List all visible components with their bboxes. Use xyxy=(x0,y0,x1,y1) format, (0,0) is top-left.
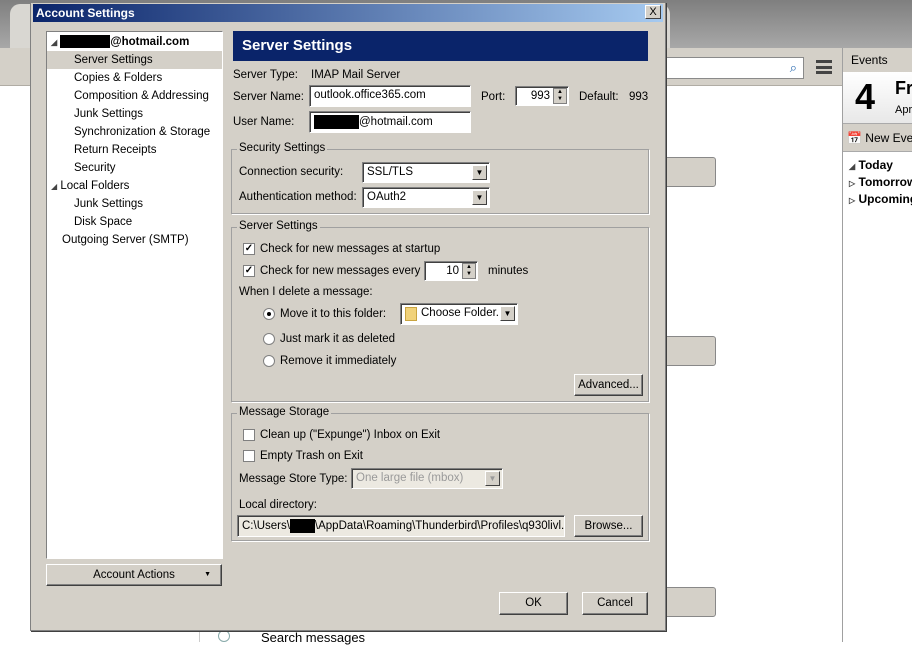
advanced-button[interactable]: Advanced... xyxy=(574,374,643,396)
local-dir-input[interactable]: C:\Users\ \AppData\Roaming\Thunderbird\Pr… xyxy=(237,515,565,537)
local-dir-label: Local directory: xyxy=(239,499,317,511)
tomorrow-group[interactable]: ▷ Tomorrow xyxy=(849,175,912,189)
today-date: 4 Fr Apr xyxy=(843,72,912,124)
redacted xyxy=(289,519,315,533)
account-settings-dialog: Account Settings X ◢ @hotmail.com Server… xyxy=(30,2,666,631)
folder-icon xyxy=(405,307,417,321)
mark-deleted-radio[interactable] xyxy=(263,333,275,345)
server-settings-group: Server Settings ✓ Check for new messages… xyxy=(231,220,649,402)
tree-item-local-junk[interactable]: Junk Settings xyxy=(74,195,143,213)
server-name-label: Server Name: xyxy=(233,91,304,103)
auth-method-label: Authentication method: xyxy=(239,191,357,203)
month: Apr xyxy=(895,104,912,116)
search-icon[interactable]: ⌕ xyxy=(790,60,797,76)
store-type-select: One large file (mbox) ▼ xyxy=(351,468,503,489)
browse-button[interactable]: Browse... xyxy=(574,515,643,537)
user-name-input[interactable]: @hotmail.com xyxy=(309,111,471,133)
account-actions-button[interactable]: Account Actions ▼ xyxy=(46,564,222,586)
server-type-value: IMAP Mail Server xyxy=(311,69,401,81)
auth-method-select[interactable]: OAuth2 ▼ xyxy=(362,187,490,208)
tree-account[interactable]: ◢ @hotmail.com xyxy=(51,33,189,51)
default-label: Default: xyxy=(579,91,619,103)
check-every-checkbox[interactable]: ✓ xyxy=(243,265,255,277)
hamburger-menu-icon[interactable] xyxy=(816,60,832,74)
move-folder-radio[interactable] xyxy=(263,308,275,320)
dropdown-icon: ▼ xyxy=(204,571,211,578)
remove-immediately-radio[interactable] xyxy=(263,355,275,367)
upcoming-group[interactable]: ▷ Upcoming xyxy=(849,192,912,206)
remove-immediately-label[interactable]: Remove it immediately xyxy=(280,355,396,367)
tree-item-copies-folders[interactable]: Copies & Folders xyxy=(74,69,162,87)
move-folder-label[interactable]: Move it to this folder: xyxy=(280,308,386,320)
redacted xyxy=(60,35,111,49)
tree-item-server-settings[interactable]: Server Settings xyxy=(47,51,222,69)
tree-item-security[interactable]: Security xyxy=(74,159,116,177)
search-messages-icon xyxy=(218,630,230,642)
calendar-add-icon: 📅 xyxy=(847,131,862,145)
cancel-button[interactable]: Cancel xyxy=(582,592,648,615)
weekday: Fr xyxy=(895,78,912,98)
check-startup-label[interactable]: Check for new messages at startup xyxy=(260,243,440,255)
chevron-down-icon: ▼ xyxy=(472,165,487,180)
choose-folder-select[interactable]: Choose Folder... ▼ xyxy=(400,303,518,325)
new-event-button[interactable]: 📅 New Even xyxy=(843,124,912,152)
collapse-icon: ◢ xyxy=(51,38,58,47)
tree-item-composition[interactable]: Composition & Addressing xyxy=(74,87,209,105)
minutes-input[interactable]: 10 ▲ ▼ xyxy=(424,261,478,281)
server-name-input[interactable]: outlook.office365.com xyxy=(309,85,471,107)
ok-button[interactable]: OK xyxy=(499,592,568,615)
day-number: 4 xyxy=(855,76,876,117)
search-messages-link[interactable]: Search messages xyxy=(261,630,365,645)
spinner-icon: ▲ ▼ xyxy=(462,263,476,279)
chevron-down-icon: ▼ xyxy=(500,306,515,321)
port-input[interactable]: 993 ▲ ▼ xyxy=(515,86,569,106)
account-tree: ◢ @hotmail.com Server Settings Copies & … xyxy=(46,31,223,559)
cleanup-checkbox[interactable] xyxy=(243,429,255,441)
store-type-label: Message Store Type: xyxy=(239,473,348,485)
redacted xyxy=(314,115,359,129)
group-legend: Server Settings xyxy=(237,220,320,232)
minutes-label: minutes xyxy=(488,265,529,277)
security-settings-group: Security Settings Connection security: S… xyxy=(231,142,649,214)
tree-local-folders[interactable]: ◢ Local Folders xyxy=(51,177,129,195)
tree-item-outgoing[interactable]: Outgoing Server (SMTP) xyxy=(62,231,189,249)
tree-item-junk[interactable]: Junk Settings xyxy=(74,105,143,123)
message-storage-group: Message Storage Clean up ("Expunge") Inb… xyxy=(231,406,649,541)
user-name-label: User Name: xyxy=(233,116,295,128)
close-button[interactable]: X xyxy=(645,5,661,19)
events-title: Events xyxy=(843,48,912,72)
tree-item-receipts[interactable]: Return Receipts xyxy=(74,141,156,159)
connection-security-label: Connection security: xyxy=(239,166,344,178)
check-startup-checkbox[interactable]: ✓ xyxy=(243,243,255,255)
collapse-icon: ◢ xyxy=(51,182,58,191)
delete-label: When I delete a message: xyxy=(239,286,373,298)
empty-trash-checkbox[interactable] xyxy=(243,450,255,462)
cleanup-label[interactable]: Clean up ("Expunge") Inbox on Exit xyxy=(260,429,440,441)
group-legend: Message Storage xyxy=(237,406,332,418)
events-pane: Events 4 Fr Apr 📅 New Even ◢ Today ▷ Tom… xyxy=(842,48,912,642)
tree-item-sync[interactable]: Synchronization & Storage xyxy=(74,123,210,141)
tree-item-disk-space[interactable]: Disk Space xyxy=(74,213,132,231)
chevron-down-icon: ▼ xyxy=(485,471,500,486)
mark-deleted-label[interactable]: Just mark it as deleted xyxy=(280,333,395,345)
connection-security-select[interactable]: SSL/TLS ▼ xyxy=(362,162,490,183)
empty-trash-label[interactable]: Empty Trash on Exit xyxy=(260,450,363,462)
group-legend: Security Settings xyxy=(237,142,328,154)
port-label: Port: xyxy=(481,91,506,103)
spinner-icon: ▲ ▼ xyxy=(553,88,567,104)
check-every-label[interactable]: Check for new messages every xyxy=(260,265,420,277)
default-port: 993 xyxy=(629,91,649,103)
dialog-title: Account Settings xyxy=(33,4,663,22)
server-type-label: Server Type: xyxy=(233,69,298,81)
today-group[interactable]: ◢ Today xyxy=(849,158,893,172)
page-header: Server Settings xyxy=(233,31,648,61)
chevron-down-icon: ▼ xyxy=(472,190,487,205)
